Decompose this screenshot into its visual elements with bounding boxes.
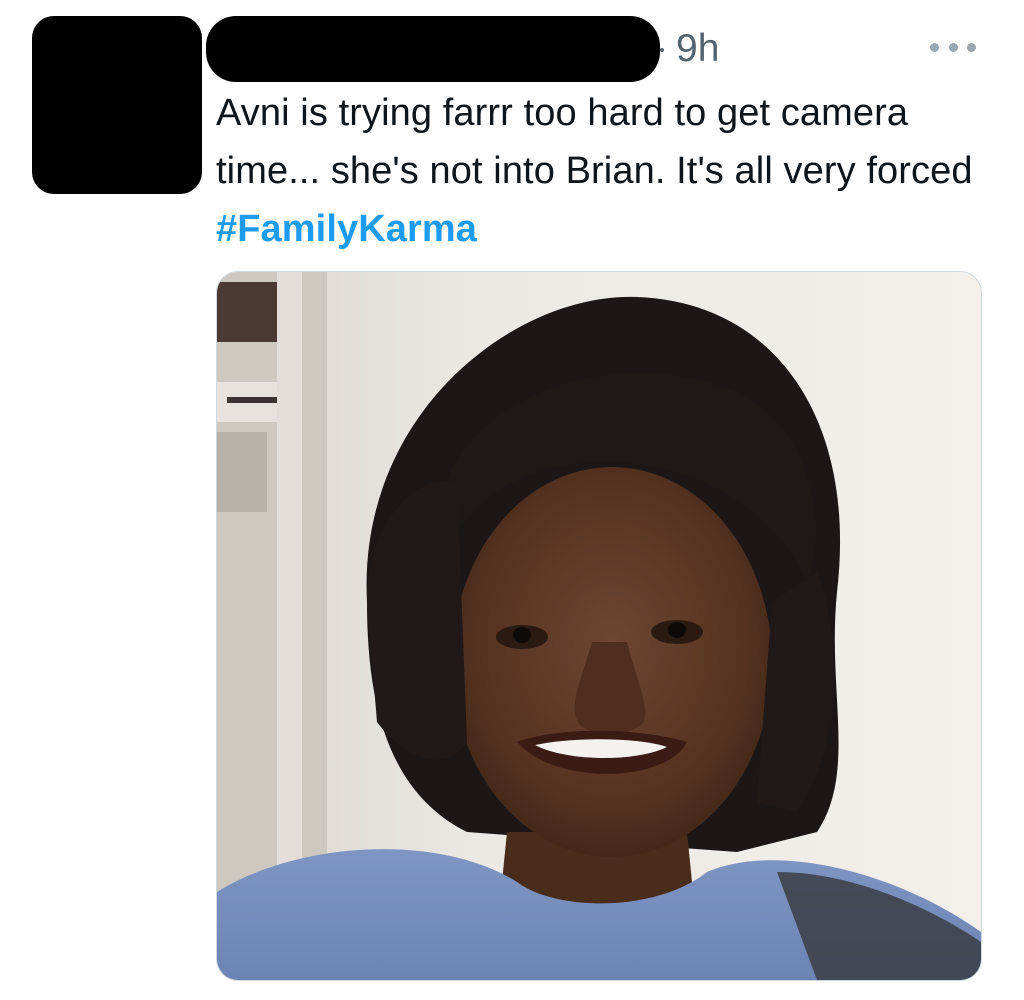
tweet-body-text: Avni is trying farrr too hard to get cam…	[216, 92, 973, 192]
username-redacted[interactable]	[206, 16, 660, 82]
more-options-button[interactable]	[930, 36, 976, 58]
more-dot	[948, 42, 958, 52]
tweet-timestamp[interactable]: 9h	[676, 26, 719, 72]
reaction-photo	[217, 272, 981, 980]
tweet-text: Avni is trying farrr too hard to get cam…	[216, 84, 1006, 258]
avatar-redacted[interactable]	[32, 16, 202, 194]
more-dot	[967, 42, 976, 52]
tweet-card[interactable]: 9h Avni is trying farrr too hard to get …	[0, 0, 1024, 1000]
more-horizontal-icon	[930, 42, 939, 52]
separator-dot	[660, 48, 664, 52]
tweet-media-image[interactable]	[216, 271, 982, 981]
hashtag-link[interactable]: #FamilyKarma	[216, 208, 477, 250]
